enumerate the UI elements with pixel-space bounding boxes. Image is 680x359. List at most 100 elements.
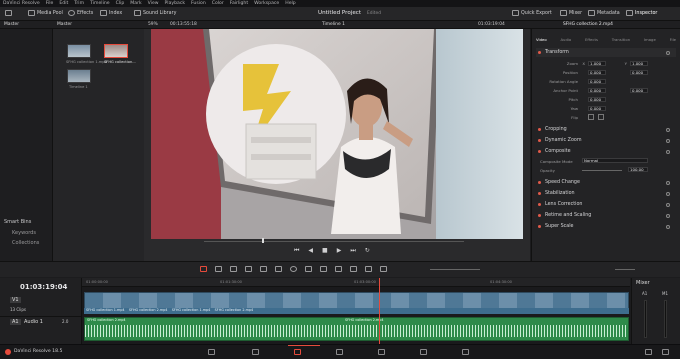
yaw-field[interactable]: 0.000 [588, 106, 606, 111]
section-retime-scaling[interactable]: Retime and Scaling [536, 211, 676, 220]
menu-item-fusion[interactable]: Fusion [191, 1, 206, 6]
enable-dot[interactable] [538, 128, 541, 131]
menu-item-app[interactable]: DaVinci Resolve [3, 1, 40, 6]
section-transform[interactable]: Transform [536, 48, 676, 57]
menu-item-edit[interactable]: Edit [59, 1, 68, 6]
snapping-icon[interactable] [290, 266, 297, 272]
tab-file[interactable]: File [670, 37, 676, 47]
index-button[interactable]: Index [100, 10, 122, 16]
reset-icon[interactable] [666, 180, 670, 185]
loop-icon[interactable]: ↻ [365, 247, 370, 255]
fusion-page-icon[interactable] [336, 349, 343, 355]
pitch-field[interactable]: 0.000 [588, 97, 606, 102]
sidebar-toggle-button[interactable] [5, 10, 12, 16]
reset-icon[interactable] [666, 202, 670, 207]
timeline-ruler[interactable]: 01:00:00:00 01:01:30:00 01:03:00:00 01:0… [82, 278, 630, 287]
menu-item-trim[interactable]: Trim [74, 1, 84, 6]
smart-bin-keywords[interactable]: Keywords [12, 230, 36, 236]
menu-item-color[interactable]: Color [212, 1, 224, 6]
tab-effects[interactable]: Effects [585, 37, 598, 47]
tab-audio[interactable]: Audio [560, 37, 571, 47]
position-y-field[interactable]: 0.000 [630, 70, 648, 75]
reset-icon[interactable] [666, 127, 670, 132]
video-frame[interactable] [151, 29, 523, 239]
cut-page-icon[interactable] [252, 349, 259, 355]
enable-dot[interactable] [538, 181, 541, 184]
timeline-thumbnail[interactable] [67, 69, 91, 83]
overwrite-icon[interactable] [260, 266, 267, 272]
a1-label[interactable]: A1 [10, 319, 21, 325]
enable-dot[interactable] [538, 203, 541, 206]
replace-icon[interactable] [275, 266, 282, 272]
metadata-button[interactable]: Metadata [588, 10, 620, 16]
menu-item-file[interactable]: File [46, 1, 54, 6]
deliver-page-icon[interactable] [462, 349, 469, 355]
zoom-fit-icon[interactable] [365, 266, 372, 272]
lock-icon[interactable] [320, 266, 327, 272]
timeline-zoom-slider[interactable] [430, 269, 480, 270]
timeline-selector[interactable]: Timeline 1 [322, 22, 345, 27]
timeline-playhead[interactable] [379, 278, 380, 344]
play-reverse-icon[interactable]: ◀ [308, 247, 313, 255]
composite-mode-select[interactable]: Normal [582, 158, 648, 163]
selection-tool-icon[interactable] [200, 266, 207, 272]
smart-bin-collections[interactable]: Collections [12, 240, 39, 246]
blade-tool-icon[interactable] [230, 266, 237, 272]
section-super-scale[interactable]: Super Scale [536, 222, 676, 231]
anchor-y-field[interactable]: 0.000 [630, 88, 648, 93]
opacity-field[interactable]: 100.00 [628, 167, 648, 172]
audio-clip-strip[interactable]: SFHG collection 2.mp4 SFHG collection 2.… [84, 317, 629, 341]
link-icon[interactable] [305, 266, 312, 272]
flip-vertical-icon[interactable] [598, 114, 604, 120]
v1-label[interactable]: V1 [10, 297, 21, 303]
zoom-out-icon[interactable] [380, 266, 387, 272]
viewer-scrubber[interactable] [204, 241, 464, 242]
enable-dot[interactable] [538, 225, 541, 228]
menu-item-view[interactable]: View [148, 1, 159, 6]
effects-button[interactable]: Effects [68, 10, 93, 16]
flip-horizontal-icon[interactable] [588, 114, 594, 120]
reset-icon[interactable] [666, 50, 670, 55]
section-dynamic-zoom[interactable]: Dynamic Zoom [536, 136, 676, 145]
play-icon[interactable]: ▶ [337, 247, 342, 255]
marker-icon[interactable] [350, 266, 357, 272]
zoom-y-field[interactable]: 1.000 [630, 61, 648, 66]
media-pool-button[interactable]: Media Pool [28, 10, 63, 16]
scrubber-playhead[interactable] [262, 238, 264, 243]
inspector-button[interactable]: Inspector [626, 10, 657, 16]
enable-dot[interactable] [538, 51, 541, 54]
reset-icon[interactable] [666, 149, 670, 154]
insert-icon[interactable] [245, 266, 252, 272]
enable-dot[interactable] [538, 139, 541, 142]
enable-dot[interactable] [538, 214, 541, 217]
media-clip-thumbnail-selected[interactable] [104, 44, 128, 58]
reset-icon[interactable] [666, 138, 670, 143]
menu-item-timeline[interactable]: Timeline [90, 1, 110, 6]
tab-transition[interactable]: Transition [612, 37, 630, 47]
quick-export-button[interactable]: Quick Export [512, 10, 552, 16]
reset-icon[interactable] [666, 191, 670, 196]
trim-tool-icon[interactable] [215, 266, 222, 272]
tab-image[interactable]: Image [644, 37, 656, 47]
mixer-button[interactable]: Mixer [560, 10, 582, 16]
section-speed-change[interactable]: Speed Change [536, 178, 676, 187]
section-composite[interactable]: Composite [536, 147, 676, 156]
anchor-x-field[interactable]: 0.000 [588, 88, 606, 93]
media-clip-thumbnail[interactable] [67, 44, 91, 58]
reset-icon[interactable] [666, 213, 670, 218]
fairlight-page-icon[interactable] [420, 349, 427, 355]
position-x-field[interactable]: 0.000 [588, 70, 606, 75]
zoom-x-field[interactable]: 1.000 [588, 61, 606, 66]
color-page-icon[interactable] [378, 349, 385, 355]
rotation-field[interactable]: 0.000 [588, 79, 606, 84]
section-stabilization[interactable]: Stabilization [536, 189, 676, 198]
first-frame-icon[interactable]: ⏮ [294, 247, 299, 255]
reset-icon[interactable] [666, 224, 670, 229]
enable-dot[interactable] [538, 150, 541, 153]
edit-page-icon[interactable] [294, 349, 301, 355]
enable-dot[interactable] [538, 192, 541, 195]
section-lens-correction[interactable]: Lens Correction [536, 200, 676, 209]
last-frame-icon[interactable]: ⏭ [350, 247, 355, 255]
flag-icon[interactable] [335, 266, 342, 272]
media-page-icon[interactable] [208, 349, 215, 355]
